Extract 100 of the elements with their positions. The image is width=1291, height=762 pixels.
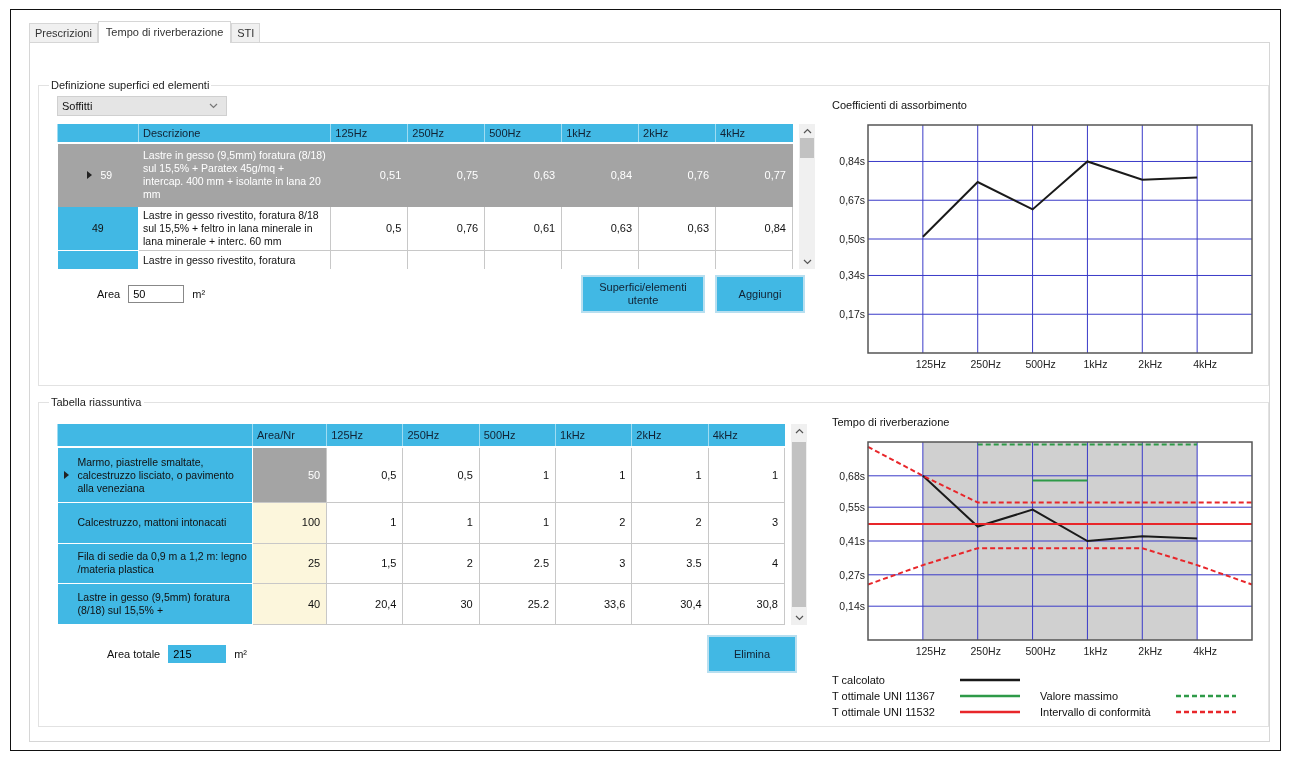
- table-cell: 30,4: [631, 583, 709, 625]
- tab[interactable]: STI: [231, 23, 261, 42]
- action-button[interactable]: Superfici/elementi utente: [581, 275, 705, 313]
- x-tick-label: 125Hz: [915, 645, 947, 657]
- table-cell: 0,5: [402, 447, 480, 503]
- legend-label: T calcolato: [832, 674, 886, 686]
- x-tick-label: 1kHz: [1083, 645, 1108, 657]
- scrollbar-thumb[interactable]: [792, 442, 806, 607]
- row-header[interactable]: Marmo, piastrelle smaltate, calcestruzzo lisciato, o pavimento alla veneziana: [57, 447, 253, 503]
- row-header[interactable]: Lastre in gesso (9,5mm) foratura (8/18) sul 15,5% +: [57, 583, 253, 625]
- scrollbar-thumb[interactable]: [800, 138, 814, 158]
- x-tick-label: 4kHz: [1193, 645, 1218, 657]
- legend-line: [960, 710, 1020, 714]
- chevron-up-icon[interactable]: [794, 428, 804, 434]
- table-cell: 0,84: [561, 143, 639, 207]
- table-cell: 25.2: [479, 583, 556, 625]
- row-number: 59: [100, 168, 113, 182]
- field-label: Area: [97, 288, 121, 300]
- row-number: 49: [91, 222, 104, 235]
- table-cell: 1: [479, 502, 556, 544]
- table-cell: 4: [708, 543, 785, 584]
- row-description: Fila di sedie da 0,9 m a 1,2 m: legno /materia plastica: [77, 550, 248, 577]
- y-tick-label: 0,67s: [839, 194, 865, 207]
- column-header[interactable]: 500Hz: [479, 424, 556, 448]
- table-cell: 33,6: [555, 583, 632, 625]
- vertical-scrollbar[interactable]: [791, 424, 807, 625]
- column-header[interactable]: 4kHz: [715, 124, 793, 143]
- x-tick-label: 500Hz: [1025, 358, 1056, 370]
- y-tick-label: 0,41s: [839, 535, 865, 547]
- action-button[interactable]: Elimina: [707, 635, 797, 673]
- chart-title: Tempo di riverberazione: [831, 416, 951, 428]
- table-cell: 0,51: [330, 143, 408, 207]
- row-description: Lastre in gesso (9,5mm) foratura (8/18) sul 15,5% +: [77, 591, 231, 618]
- table-cell: 1: [326, 502, 403, 544]
- column-header[interactable]: 125Hz: [330, 124, 408, 143]
- column-header[interactable]: 250Hz: [407, 124, 485, 143]
- legend-label: Valore massimo: [1040, 690, 1120, 702]
- table-cell: Lastre in gesso rivestito, foratura 8/18 sul 15,5% + feltro in lana minerale in lana minerale + interc. 60 mm: [138, 206, 331, 251]
- chevron-up-icon[interactable]: [802, 128, 812, 134]
- total-area-field[interactable]: 215: [168, 645, 227, 663]
- table-cell: 30: [402, 583, 480, 625]
- table-cell: 0,63: [484, 143, 562, 207]
- table-cell: 1: [402, 502, 480, 544]
- row-header[interactable]: Fila di sedie da 0,9 m a 1,2 m: legno /materia plastica: [57, 543, 253, 584]
- group-title: Tabella riassuntiva: [50, 396, 143, 408]
- x-tick-label: 500Hz: [1025, 645, 1056, 657]
- tab[interactable]: Prescrizioni: [29, 23, 98, 42]
- column-header[interactable]: Area/Nr: [252, 424, 327, 448]
- chevron-down-icon: [209, 103, 218, 109]
- y-tick-label: 0,14s: [839, 600, 865, 613]
- legend-line: [960, 678, 1020, 682]
- x-tick-label: 4kHz: [1193, 358, 1218, 370]
- row-pointer-icon: [87, 171, 93, 179]
- area-input[interactable]: 50: [128, 285, 185, 303]
- action-button[interactable]: Aggiungi: [715, 275, 805, 313]
- column-header[interactable]: 250Hz: [402, 424, 480, 448]
- group-title: Definizione superfici ed elementi: [50, 79, 211, 91]
- table-cell: 2: [631, 502, 709, 544]
- table-cell: 3: [708, 502, 785, 544]
- y-tick-label: 0,68s: [839, 469, 865, 482]
- chevron-down-icon[interactable]: [794, 615, 804, 621]
- y-tick-label: 0,50s: [839, 233, 865, 245]
- legend-line: [1176, 710, 1236, 714]
- category-dropdown[interactable]: Soffitti: [57, 96, 227, 116]
- table-cell: 0,5: [330, 206, 408, 251]
- y-tick-label: 0,17s: [839, 308, 865, 321]
- unit-label: m²: [234, 648, 248, 660]
- table-cell: 50: [252, 447, 327, 503]
- row-header[interactable]: Calcestruzzo, mattoni intonacati: [57, 502, 253, 544]
- column-header[interactable]: 2kHz: [631, 424, 709, 448]
- y-tick-label: 0,27s: [839, 568, 865, 581]
- table-cell: 0,63: [638, 206, 716, 251]
- table-cell: 25: [252, 543, 327, 584]
- y-tick-label: 0,34s: [839, 269, 865, 282]
- legend-label: Intervallo di conformità: [1040, 706, 1152, 718]
- column-header[interactable]: 1kHz: [555, 424, 632, 448]
- x-tick-label: 125Hz: [915, 358, 947, 370]
- row-description: Marmo, piastrelle smaltate, calcestruzzo lisciato, o pavimento alla veneziana: [77, 455, 235, 495]
- tab[interactable]: Tempo di riverberazione: [97, 21, 232, 43]
- chevron-down-icon[interactable]: [802, 259, 812, 265]
- table-cell: 30,8: [708, 583, 785, 625]
- legend-line: [960, 694, 1020, 698]
- column-header[interactable]: Descrizione: [138, 124, 331, 143]
- row-header[interactable]: 49: [57, 206, 139, 251]
- table-cell: 2: [555, 502, 632, 544]
- column-header[interactable]: 500Hz: [484, 124, 562, 143]
- column-header[interactable]: 2kHz: [638, 124, 716, 143]
- table-cell: 0,63: [561, 206, 639, 251]
- x-tick-label: 250Hz: [970, 645, 1001, 657]
- x-tick-label: 250Hz: [970, 358, 1001, 370]
- legend-label: T ottimale UNI 11367: [832, 690, 936, 702]
- x-tick-label: 2kHz: [1138, 645, 1163, 657]
- column-header[interactable]: 125Hz: [326, 424, 403, 448]
- table-cell: 0,5: [326, 447, 403, 503]
- column-header[interactable]: 4kHz: [708, 424, 785, 448]
- x-tick-label: 1kHz: [1083, 358, 1108, 370]
- column-header[interactable]: 1kHz: [561, 124, 639, 143]
- chart-title: Coefficienti di assorbimento: [831, 99, 968, 111]
- vertical-scrollbar[interactable]: [799, 124, 815, 269]
- table-cell: 1,5: [326, 543, 403, 584]
